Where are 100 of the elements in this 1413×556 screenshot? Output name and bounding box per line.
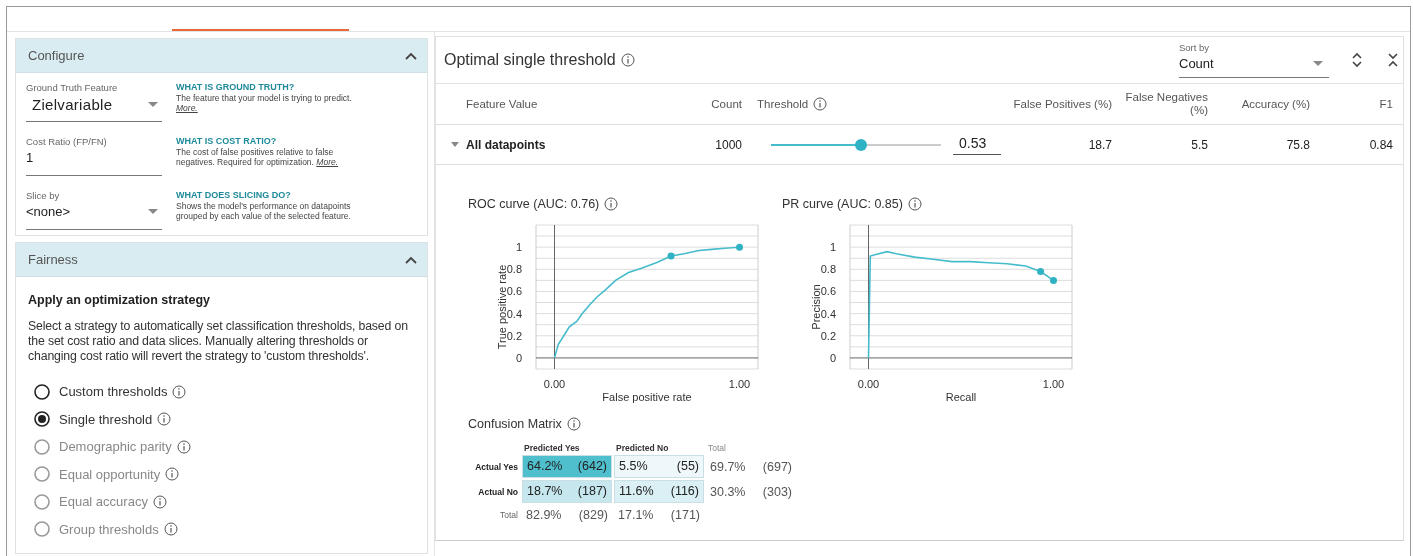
dropdown-field[interactable]: Slice by <none> (26, 190, 162, 230)
info-icon[interactable] (813, 97, 828, 111)
input-field[interactable]: Cost Ratio (FP/FN) 1 (26, 136, 162, 176)
table-cell-text: 18.7 (1087, 137, 1112, 152)
expand-icon[interactable] (1351, 52, 1363, 68)
tick-label: 0.8 (820, 263, 836, 276)
sort-dropdown[interactable]: Sort by Count (1179, 42, 1329, 78)
help-text: The feature that your model is trying to predict. More. (176, 93, 352, 113)
info-icon[interactable] (604, 197, 619, 211)
total-percent: 82.9% (526, 508, 562, 522)
column-header: Count (711, 97, 742, 110)
caret-icon[interactable] (1313, 60, 1323, 67)
cell-percent: 11.6% (619, 484, 654, 499)
info-icon[interactable] (176, 439, 191, 454)
help-text: Shows the model's performance on datapoints grouped by each value of the selected feature. (176, 201, 351, 221)
table-cell-text: 75.8 (1285, 137, 1310, 152)
tick-label: 0.2 (820, 329, 836, 342)
panel-title: Optimal single threshold (444, 51, 616, 69)
tick-label: 0.8 (506, 263, 522, 276)
info-icon[interactable] (157, 412, 172, 427)
column-header: F1 (1379, 97, 1393, 110)
cell-count: (55) (676, 459, 699, 474)
tick-label: 0.2 (506, 329, 522, 342)
tick-label: 0.6 (506, 285, 522, 298)
more-link[interactable]: More. (176, 103, 198, 113)
cell-count: (187) (577, 484, 607, 499)
tick-label: 1.00 (1042, 378, 1065, 390)
info-icon[interactable] (165, 467, 180, 482)
help-title: WHAT IS COST RATIO? (176, 136, 278, 146)
cell-count: (116) (670, 484, 699, 499)
chevron-up-icon[interactable] (405, 255, 417, 264)
slider-thumb[interactable] (855, 138, 868, 151)
chart-title: ROC curve (AUC: 0.76) (468, 197, 600, 211)
section-heading: Apply an optimization strategy (28, 293, 211, 307)
total-count: (697) (762, 459, 792, 474)
total-percent: 17.1% (618, 508, 654, 522)
info-icon[interactable] (620, 53, 635, 67)
radio-button[interactable] (34, 411, 50, 428)
tick-label: 0 (515, 351, 522, 364)
info-icon[interactable] (566, 417, 581, 431)
panel-header[interactable]: Configure (16, 39, 427, 73)
panel-header[interactable]: Fairness (16, 243, 427, 277)
info-icon[interactable] (163, 522, 178, 537)
cell-percent: 18.7% (527, 484, 563, 499)
row-header: Actual Yes (475, 461, 518, 472)
column-header: Threshold (757, 97, 809, 111)
info-icon[interactable] (152, 494, 167, 509)
caret-icon[interactable] (148, 208, 158, 215)
description-text: Select a strategy to automatically set classification thresholds, based on the set cost ratio and data slices. Manually altering thresholds or changing cost ratio will revert the strategy to 'custom thresholds'. (28, 319, 409, 364)
axis-title: Precision (810, 284, 822, 330)
column-header: False Negatives (%) (1125, 91, 1208, 116)
tick-label: 0.4 (820, 307, 836, 320)
total-percent: 30.3% (710, 484, 746, 499)
column-header: Predicted Yes (524, 443, 580, 453)
point-marker (1050, 276, 1057, 284)
axis-title: True positive rate (496, 264, 508, 350)
total-count: (829) (578, 508, 608, 522)
chart-title: PR curve (AUC: 0.85) (782, 197, 903, 211)
more-link[interactable]: More. (316, 157, 339, 167)
dropdown-field[interactable]: Ground Truth Feature Zielvariable (26, 82, 162, 122)
total-count: (171) (670, 508, 700, 522)
help-title: WHAT IS GROUND TRUTH? (176, 82, 296, 92)
info-icon[interactable] (172, 384, 187, 399)
tick-label: 0 (829, 351, 836, 364)
point-marker (736, 243, 743, 251)
tick-label: 0.4 (506, 307, 522, 320)
row-header: Actual No (478, 486, 518, 497)
column-header: Total (708, 443, 726, 453)
row-header: Total (500, 510, 518, 520)
info-icon[interactable] (907, 197, 922, 211)
table-cell-text: 1000 (714, 137, 742, 152)
total-count: (303) (762, 484, 792, 499)
tick-label: 0.00 (857, 378, 880, 390)
point-marker (667, 252, 675, 260)
point-marker (1037, 268, 1045, 275)
radio-label[interactable]: Custom thresholds (59, 384, 168, 400)
cell-percent: 64.2% (527, 459, 563, 474)
tick-label: 1 (515, 241, 522, 254)
column-header: False Positives (%) (1013, 97, 1112, 110)
axis-title: Recall (945, 391, 977, 403)
radio-label[interactable]: Single threshold (59, 411, 153, 427)
help-title: WHAT DOES SLICING DO? (176, 190, 292, 200)
tick-label: 0.00 (543, 378, 566, 390)
tick-label: 1 (829, 241, 836, 254)
tick-label: 0.6 (820, 285, 836, 298)
column-header: Accuracy (%) (1241, 97, 1310, 110)
table-cell-text: 5.5 (1190, 137, 1208, 152)
table-cell-text: 0.84 (1368, 137, 1393, 152)
radio-button[interactable] (34, 383, 50, 400)
tick-label: 1.00 (728, 378, 751, 390)
table-cell-text: All datapoints (466, 137, 547, 152)
threshold-field[interactable]: 0.53 (953, 134, 1001, 155)
cell-percent: 5.5% (619, 459, 648, 474)
column-header: Predicted No (616, 443, 669, 453)
expand-caret-icon[interactable] (450, 141, 460, 148)
cell-count: (642) (577, 459, 607, 474)
collapse-icon[interactable] (1387, 52, 1399, 68)
caret-icon[interactable] (148, 101, 158, 108)
column-header: Feature Value (466, 97, 538, 110)
chevron-up-icon[interactable] (405, 51, 417, 60)
